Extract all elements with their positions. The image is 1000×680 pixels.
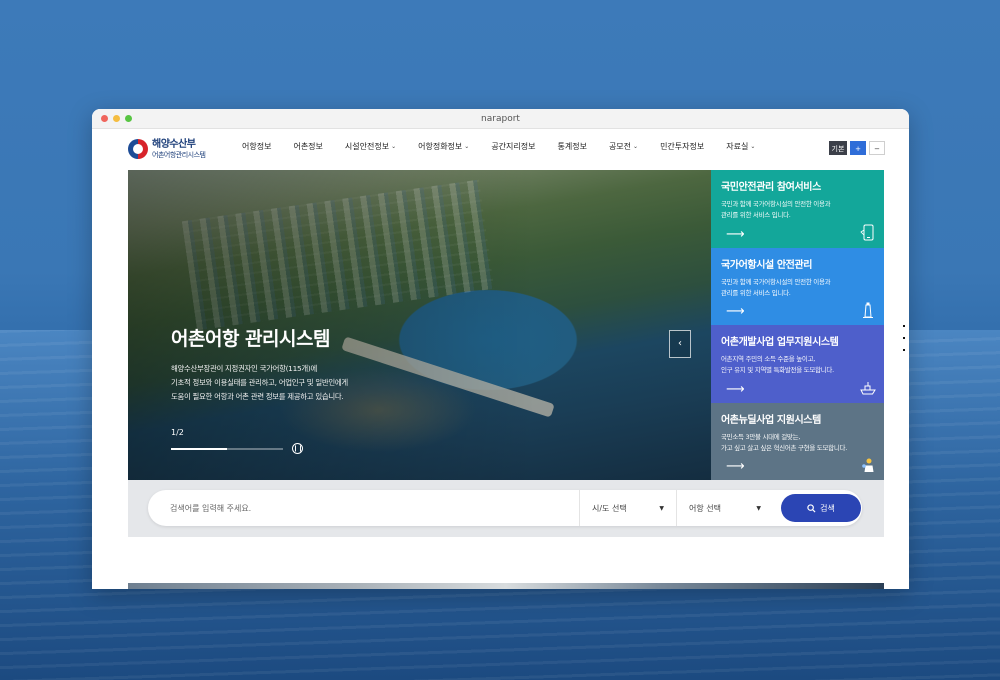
hero-description: 해양수산부장관이 지정권자인 국가어항(115개)에 기초적 정보와 이용실태를… xyxy=(171,362,411,404)
service-card-facility-safety[interactable]: 국가어항시설 안전관리 국민과 함께 국가어항시설의 안전한 이용과 관리를 위… xyxy=(711,247,884,325)
chevron-left-icon[interactable]: ‹ xyxy=(669,330,691,358)
gnb-item-facility-safety[interactable]: 시설안전정보 ⌄ xyxy=(345,141,396,152)
gnb-item-private-investment[interactable]: 민간투자정보 xyxy=(660,141,704,152)
mobile-phone-icon xyxy=(860,224,874,240)
page-indicator-label: 01 xyxy=(901,309,908,315)
logo-main-text: 해양수산부 xyxy=(152,138,196,150)
port-select-label: 어항 선택 xyxy=(689,503,721,513)
page-dot[interactable] xyxy=(903,337,905,339)
search-bar: 시/도 선택 ▼ 어항 선택 ▼ 검색 xyxy=(148,490,862,526)
font-size-controls: 기본 + − xyxy=(829,141,885,155)
service-description: 국민소득 3만불 시대에 걸맞는, 가고 싶고 살고 싶은 혁신어촌 구현을 도… xyxy=(721,432,847,452)
slide-progress-bar xyxy=(171,448,283,450)
page-dot[interactable] xyxy=(903,349,905,351)
hero-desc-line: 기초적 정보와 이용실태를 관리하고, 어업인구 및 일반인에게 xyxy=(171,378,348,387)
service-card-new-deal[interactable]: 어촌뉴딜사업 지원시스템 국민소득 3만불 시대에 걸맞는, 가고 싶고 살고 … xyxy=(711,402,884,480)
caret-down-icon: ▼ xyxy=(756,505,761,512)
gnb-item-spatial-info[interactable]: 공간지리정보 xyxy=(491,141,535,152)
arrow-right-icon: ⟶ xyxy=(726,381,745,397)
search-input[interactable] xyxy=(170,490,570,526)
chevron-down-icon: ⌄ xyxy=(391,143,397,150)
window-titlebar: naraport xyxy=(92,109,909,129)
font-default-button[interactable]: 기본 xyxy=(829,141,847,155)
service-title: 국가어항시설 안전관리 xyxy=(721,259,813,271)
font-increase-button[interactable]: + xyxy=(850,141,866,155)
arrow-right-icon: ⟶ xyxy=(726,226,745,242)
service-card-village-development[interactable]: 어촌개발사업 업무지원시스템 어촌지역 주민의 소득 수준을 높이고, 인구 유… xyxy=(711,325,884,403)
arrow-right-icon: ⟶ xyxy=(726,459,745,474)
slide-counter: 1/2 xyxy=(171,428,184,437)
page-indicator: 01 xyxy=(901,309,907,351)
service-description: 국민과 함께 국가어항시설의 안전한 이용과 관리를 위한 서비스 입니다. xyxy=(721,277,831,297)
boat-icon xyxy=(860,381,876,394)
gnb-item-archive[interactable]: 자료실 ⌄ xyxy=(726,141,755,152)
service-title: 어촌뉴딜사업 지원시스템 xyxy=(721,414,821,426)
chevron-down-icon: ⌄ xyxy=(464,143,470,150)
service-links: 국민안전관리 참여서비스 국민과 함께 국가어항시설의 안전한 이용과 관리를 … xyxy=(711,170,884,480)
arrow-right-icon: ⟶ xyxy=(726,304,745,319)
sido-select[interactable]: 시/도 선택 ▼ xyxy=(579,490,676,526)
service-description: 어촌지역 주민의 소득 수준을 높이고, 인구 유지 및 지역별 특화발전을 도… xyxy=(721,355,834,374)
font-decrease-button[interactable]: − xyxy=(869,141,885,155)
hero-desc-line: 도움이 필요한 어항과 어촌 관련 정보를 제공하고 있습니다. xyxy=(171,392,344,401)
pause-icon[interactable]: ❙❙ xyxy=(292,443,303,454)
gnb-item-contest[interactable]: 공모전 ⌄ xyxy=(609,141,638,152)
service-description: 국민과 함께 국가어항시설의 안전한 이용과 관리를 위한 서비스 입니다. xyxy=(721,200,831,219)
window-title: naraport xyxy=(481,114,520,124)
port-select[interactable]: 어항 선택 ▼ xyxy=(676,490,773,526)
hero-desc-line: 해양수산부장관이 지정권자인 국가어항(115개)에 xyxy=(171,364,317,373)
gnb-item-port-cleanup[interactable]: 어항정화정보 ⌄ xyxy=(418,141,469,152)
taegeuk-logo-icon xyxy=(128,139,148,159)
chevron-down-icon: ⌄ xyxy=(633,143,639,150)
next-section-preview xyxy=(128,583,884,589)
search-button-label: 검색 xyxy=(820,503,835,513)
service-title: 어촌개발사업 업무지원시스템 xyxy=(721,337,839,348)
search-icon xyxy=(807,503,816,513)
people-icon xyxy=(862,458,874,472)
slide-progress-fill xyxy=(171,448,227,450)
browser-window: naraport 해양수산부 어촌어항관리시스템 어항정보 어촌정보 시설안전정… xyxy=(92,109,909,589)
sido-select-label: 시/도 선택 xyxy=(592,503,627,513)
search-section: 시/도 선택 ▼ 어항 선택 ▼ 검색 xyxy=(128,480,884,537)
logo-sub-text: 어촌어항관리시스템 xyxy=(152,150,206,159)
global-navigation: 어항정보 어촌정보 시설안전정보 ⌄ 어항정화정보 ⌄ 공간지리정보 통계정보 공모… xyxy=(242,141,777,152)
service-card-citizen-safety[interactable]: 국민안전관리 참여서비스 국민과 함께 국가어항시설의 안전한 이용과 관리를 … xyxy=(711,170,884,248)
page-dot[interactable] xyxy=(903,325,905,327)
hero-title: 어촌어항 관리시스템 xyxy=(171,328,330,350)
site-header: 해양수산부 어촌어항관리시스템 어항정보 어촌정보 시설안전정보 ⌄ 어항정화정보… xyxy=(92,129,909,171)
gnb-item-statistics[interactable]: 통계정보 xyxy=(557,141,586,152)
lighthouse-icon xyxy=(863,302,873,318)
search-button[interactable]: 검색 xyxy=(781,494,861,522)
hero-slider: 어촌어항 관리시스템 해양수산부장관이 지정권자인 국가어항(115개)에 기초… xyxy=(128,170,711,480)
chevron-down-icon: ⌄ xyxy=(750,143,756,150)
service-title: 국민안전관리 참여서비스 xyxy=(721,182,821,193)
gnb-item-port-info[interactable]: 어항정보 xyxy=(242,141,271,152)
gnb-item-village-info[interactable]: 어촌정보 xyxy=(293,141,322,152)
caret-down-icon: ▼ xyxy=(659,505,664,512)
site-logo[interactable]: 해양수산부 어촌어항관리시스템 xyxy=(128,138,206,159)
